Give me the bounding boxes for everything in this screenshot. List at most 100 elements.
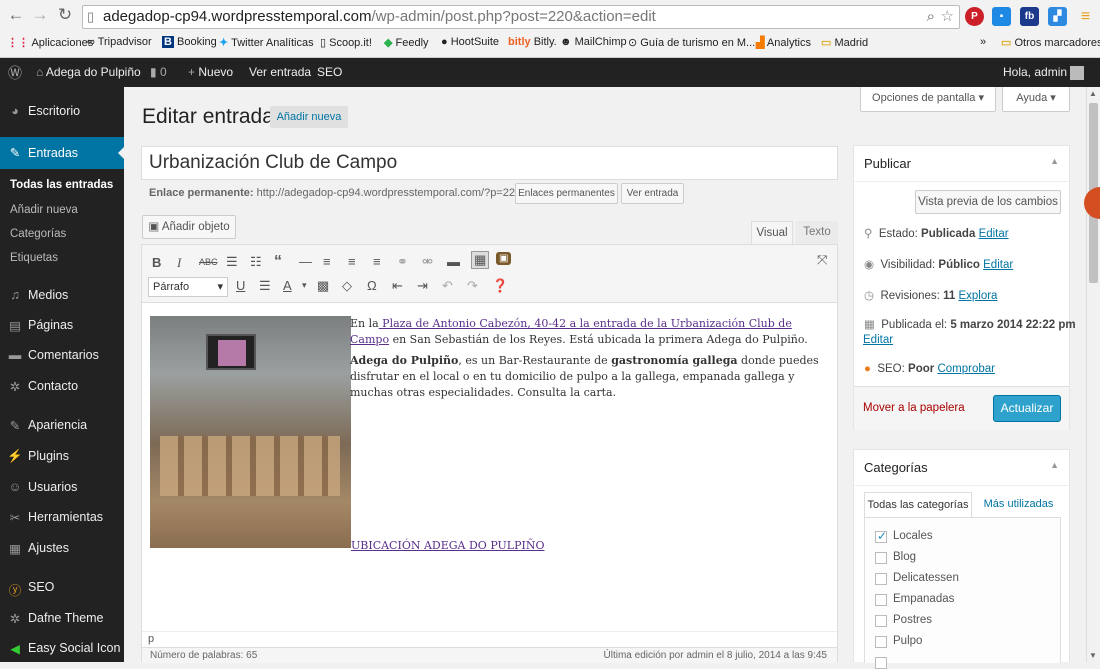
category-checkbox-locales[interactable]: ✓ [875, 529, 887, 543]
location-link[interactable]: UBICACIÓN ADEGA DO PULPIÑO [351, 539, 545, 552]
trash-link[interactable]: Mover a la papelera [863, 402, 965, 414]
bookmark-hootsuite[interactable]: ● HootSuite [441, 36, 499, 48]
tab-most-used[interactable]: Más utilizadas [976, 492, 1061, 518]
bookmark-analytics[interactable]: ▟ Analytics [756, 36, 811, 49]
preview-changes-button[interactable]: Vista previa de los cambios [915, 190, 1061, 214]
bookmarks-more[interactable]: » [980, 36, 986, 48]
sidebar-sub-tags[interactable]: Etiquetas [10, 252, 58, 264]
strikethrough-icon[interactable]: ABC [199, 257, 218, 267]
address-bar[interactable]: ▯ adegadop-cp94.wordpresstemporal.com/wp… [82, 5, 960, 29]
outdent-icon[interactable]: ⇤ [392, 278, 403, 294]
sidebar-sub-all[interactable]: Todas las entradas [10, 179, 113, 191]
tab-all-categories[interactable]: Todas las categorías [864, 492, 972, 518]
update-button[interactable]: Actualizar [993, 395, 1061, 422]
tab-text[interactable]: Texto [796, 221, 838, 244]
paste-text-icon[interactable]: ▩ [317, 278, 329, 294]
bookmark-madrid[interactable]: ▭ Madrid [821, 36, 868, 49]
post-title-input[interactable]: Urbanización Club de Campo [141, 146, 838, 180]
indent-icon[interactable]: ⇥ [417, 278, 428, 294]
format-select[interactable]: Párrafo ▾ [148, 277, 228, 297]
collapse-icon[interactable]: ▲ [1050, 156, 1059, 166]
redo-icon[interactable]: ↷ [467, 278, 478, 294]
category-checkbox-next[interactable] [875, 657, 887, 669]
bookmark-feedly[interactable]: ◆ Feedly [384, 36, 429, 49]
edit-date-link[interactable]: Editar [863, 334, 893, 346]
admin-bar-site[interactable]: ⌂ Adega do Pulpiño [36, 65, 141, 79]
category-checkbox-postres[interactable] [875, 615, 887, 627]
scroll-down-icon[interactable]: ▼ [1089, 651, 1097, 660]
forward-icon[interactable]: → [30, 5, 50, 25]
back-icon[interactable]: ← [6, 5, 26, 25]
special-char-icon[interactable]: Ω [367, 278, 377, 293]
bookmark-twitter[interactable]: ✦ Twitter Analíticas [219, 36, 314, 49]
bookmark-bitly[interactable]: bitly Bitly. [508, 36, 557, 48]
toolbar-toggle-icon[interactable]: ▦ [471, 251, 490, 269]
sidebar-sub-categories[interactable]: Categorías [10, 228, 66, 240]
edit-status-link[interactable]: Editar [979, 228, 1009, 240]
undo-icon[interactable]: ↶ [442, 278, 453, 294]
bookmark-guia[interactable]: ⊙ Guía de turismo en M... [628, 36, 755, 49]
bullet-list-icon[interactable]: ☰ [226, 254, 238, 270]
tab-visual[interactable]: Visual [751, 221, 793, 244]
admin-bar-seo[interactable]: SEO [317, 65, 342, 79]
clear-format-icon[interactable]: ◇ [342, 278, 352, 294]
permalinks-button[interactable]: Enlaces permanentes [515, 183, 618, 204]
category-checkbox-delicatessen[interactable] [875, 573, 887, 585]
help-button[interactable]: Ayuda ▾ [1002, 87, 1070, 112]
numbered-list-icon[interactable]: ☷ [250, 254, 262, 270]
align-center-icon[interactable]: ≡ [348, 254, 356, 269]
sidebar-item-entradas[interactable]: ✎ Entradas [0, 137, 125, 169]
underline-icon[interactable]: U [236, 278, 245, 293]
bookmark-other[interactable]: ▭ Otros marcadores [1001, 36, 1100, 49]
page-scrollbar[interactable]: ▲ ▼ [1086, 87, 1100, 662]
text-color-icon[interactable]: A [283, 278, 292, 293]
star-icon[interactable]: ☆ [941, 6, 954, 28]
bookmark-scoopit[interactable]: ▯ Scoop.it! [320, 36, 372, 49]
collapse-icon-2[interactable]: ▲ [1050, 460, 1059, 470]
text-color-dropdown-icon[interactable]: ▾ [302, 280, 307, 291]
restaurant-photo[interactable] [150, 316, 351, 548]
bookmark-booking[interactable]: B Booking [162, 36, 217, 48]
bold-icon[interactable]: B [152, 255, 161, 270]
menu-icon[interactable]: ≡ [1076, 7, 1095, 26]
plugin-button-icon[interactable]: ▣ [496, 252, 512, 265]
category-checkbox-empanadas[interactable] [875, 594, 887, 606]
extension-icon[interactable]: ▪ [992, 7, 1011, 26]
admin-bar-view[interactable]: Ver entrada [249, 65, 311, 79]
seo-check-link[interactable]: Comprobar [937, 363, 995, 375]
pinterest-icon[interactable]: P [965, 7, 984, 26]
edit-visibility-link[interactable]: Editar [983, 259, 1013, 271]
wordpress-logo-icon[interactable]: Ⓦ [8, 63, 22, 83]
explore-revisions-link[interactable]: Explora [958, 290, 997, 302]
add-new-button[interactable]: Añadir nueva [270, 106, 348, 128]
align-right-icon[interactable]: ≡ [373, 254, 381, 269]
fullscreen-icon[interactable]: ⤧ [817, 252, 827, 268]
permalink-url[interactable]: http://adegadop-cp94.wordpresstemporal.c… [257, 187, 521, 199]
admin-bar-comments[interactable]: ▮ 0 [150, 65, 167, 79]
extension-icon-2[interactable]: ▞ [1048, 7, 1067, 26]
bookmark-apps[interactable]: ⋮⋮ Aplicaciones [7, 36, 93, 49]
view-post-button[interactable]: Ver entrada [621, 183, 684, 204]
zoom-icon[interactable]: ⌕ [927, 6, 935, 28]
screen-options-button[interactable]: Opciones de pantalla ▾ [860, 87, 996, 112]
hr-icon[interactable]: — [299, 254, 312, 269]
add-media-button[interactable]: ▣ Añadir objeto [142, 215, 236, 239]
sidebar-sub-add[interactable]: Añadir nueva [10, 204, 78, 216]
italic-icon[interactable]: I [177, 255, 181, 271]
align-left-icon[interactable]: ≡ [323, 254, 331, 269]
editor-body[interactable]: En la Plaza de Antonio Cabezón, 40-42 a … [142, 304, 837, 634]
admin-bar-account[interactable]: Hola, admin [1003, 65, 1085, 80]
admin-bar-new[interactable]: + Nuevo [188, 65, 233, 79]
quote-icon[interactable]: “ [274, 253, 282, 271]
scroll-up-icon[interactable]: ▲ [1089, 89, 1097, 98]
unlink-icon[interactable]: ⚮ [422, 254, 433, 270]
reload-icon[interactable]: ↻ [55, 5, 75, 25]
category-checkbox-blog[interactable] [875, 552, 887, 564]
facebook-ext-icon[interactable]: fb [1020, 7, 1039, 26]
bookmark-mailchimp[interactable]: ☻ MailChimp [560, 36, 627, 48]
link-icon[interactable]: ⚭ [397, 254, 408, 270]
category-checkbox-pulpo[interactable] [875, 636, 887, 648]
more-tag-icon[interactable]: ▬ [447, 254, 460, 269]
bookmark-tripadvisor[interactable]: ∞ Tripadvisor [87, 36, 152, 48]
help-icon[interactable]: ❓ [492, 278, 508, 294]
